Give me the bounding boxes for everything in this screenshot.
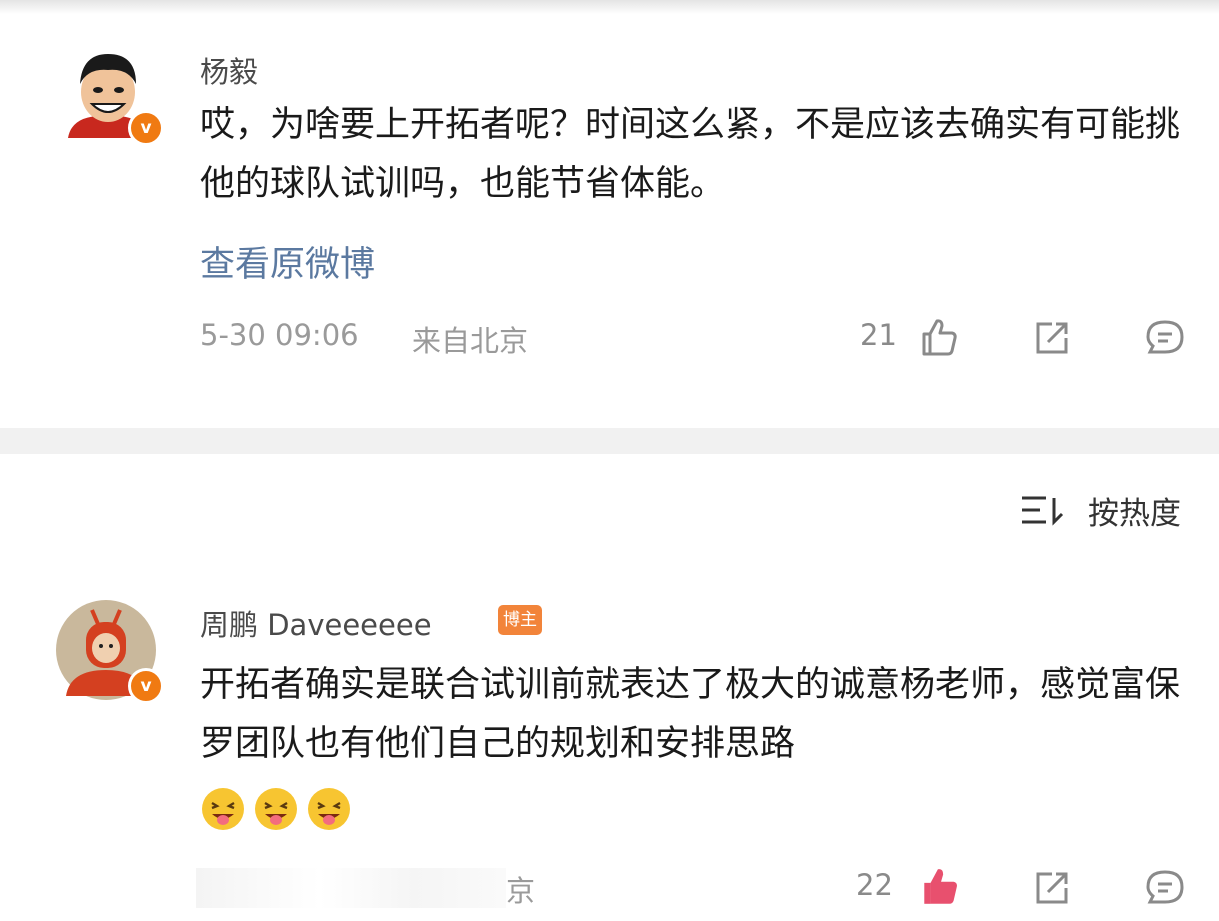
like-count: 21 [860, 318, 897, 352]
comment-username[interactable]: 周鹏 Daveeeeee [200, 602, 432, 644]
comment-icon[interactable] [1144, 318, 1186, 362]
sort-by-hot[interactable]: 按热度 [1088, 488, 1181, 533]
section-divider [0, 428, 1219, 454]
top-fade [0, 0, 1219, 14]
avatar[interactable]: v [62, 48, 164, 146]
verified-badge: v [128, 668, 164, 704]
view-original-link[interactable]: 查看原微博 [200, 236, 375, 287]
sort-icon[interactable] [1020, 492, 1066, 532]
author-badge: 博主 [498, 605, 542, 635]
comment-date: 5-30 09:06 [200, 318, 359, 352]
blurred-meta [196, 868, 506, 908]
comment-username[interactable]: 杨毅 [200, 49, 258, 91]
share-icon[interactable] [1032, 318, 1072, 362]
comment-location: 京 [506, 874, 536, 908]
like-count: 22 [856, 868, 893, 902]
grin-tongue-emoji [308, 788, 350, 830]
share-icon[interactable] [1032, 868, 1072, 912]
avatar[interactable]: v [56, 600, 164, 704]
comment-location: 来自北京 [412, 324, 529, 358]
comment-icon[interactable] [1144, 868, 1186, 912]
grin-tongue-emoji [255, 788, 297, 830]
thumbs-up-icon[interactable] [918, 316, 960, 362]
verified-badge: v [128, 110, 164, 146]
grin-tongue-emoji [202, 788, 244, 830]
thumbs-up-icon[interactable] [918, 864, 962, 912]
comment-text: 哎，为啥要上开拓者呢？时间这么紧，不是应该去确实有可能挑他的球队试训吗，也能节省… [200, 105, 1181, 204]
comment-text: 开拓者确实是联合试训前就表达了极大的诚意杨老师，感觉富保罗团队也有他们自己的规划… [200, 665, 1181, 764]
